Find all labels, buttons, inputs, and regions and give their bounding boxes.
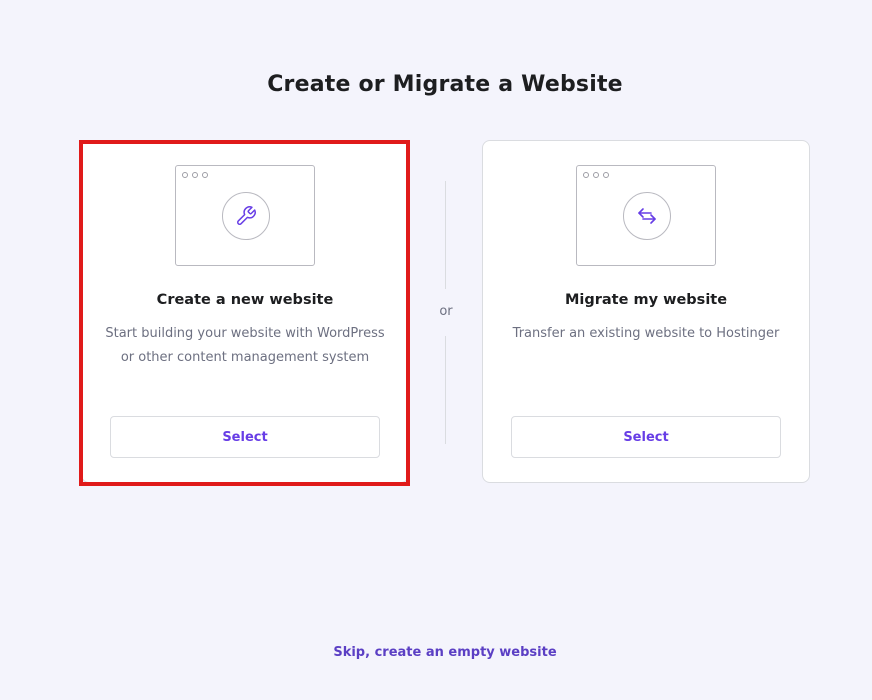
divider-line [445, 336, 446, 444]
select-create-button[interactable]: Select [110, 416, 380, 458]
migrate-website-card[interactable]: Migrate my website Transfer an existing … [482, 140, 810, 483]
browser-window-illustration [175, 165, 315, 266]
skip-empty-website-link[interactable]: Skip, create an empty website [0, 645, 872, 660]
card-description: Transfer an existing website to Hostinge… [512, 326, 780, 341]
window-dots [583, 172, 609, 178]
wrench-icon [222, 192, 270, 240]
divider-line [445, 181, 446, 289]
window-dot-icon [603, 172, 609, 178]
card-description: Start building your website with WordPre… [105, 326, 385, 365]
card-title: Migrate my website [564, 292, 728, 308]
window-dot-icon [182, 172, 188, 178]
window-dot-icon [593, 172, 599, 178]
divider-or-text: or [439, 304, 453, 319]
window-dots [182, 172, 208, 178]
window-dot-icon [583, 172, 589, 178]
browser-window-illustration [576, 165, 716, 266]
card-title: Create a new website [156, 292, 334, 308]
transfer-arrows-icon [623, 192, 671, 240]
create-website-card[interactable]: Create a new website Start building your… [81, 140, 409, 483]
window-dot-icon [202, 172, 208, 178]
window-dot-icon [192, 172, 198, 178]
select-migrate-button[interactable]: Select [511, 416, 781, 458]
page-title: Create or Migrate a Website [267, 72, 623, 97]
